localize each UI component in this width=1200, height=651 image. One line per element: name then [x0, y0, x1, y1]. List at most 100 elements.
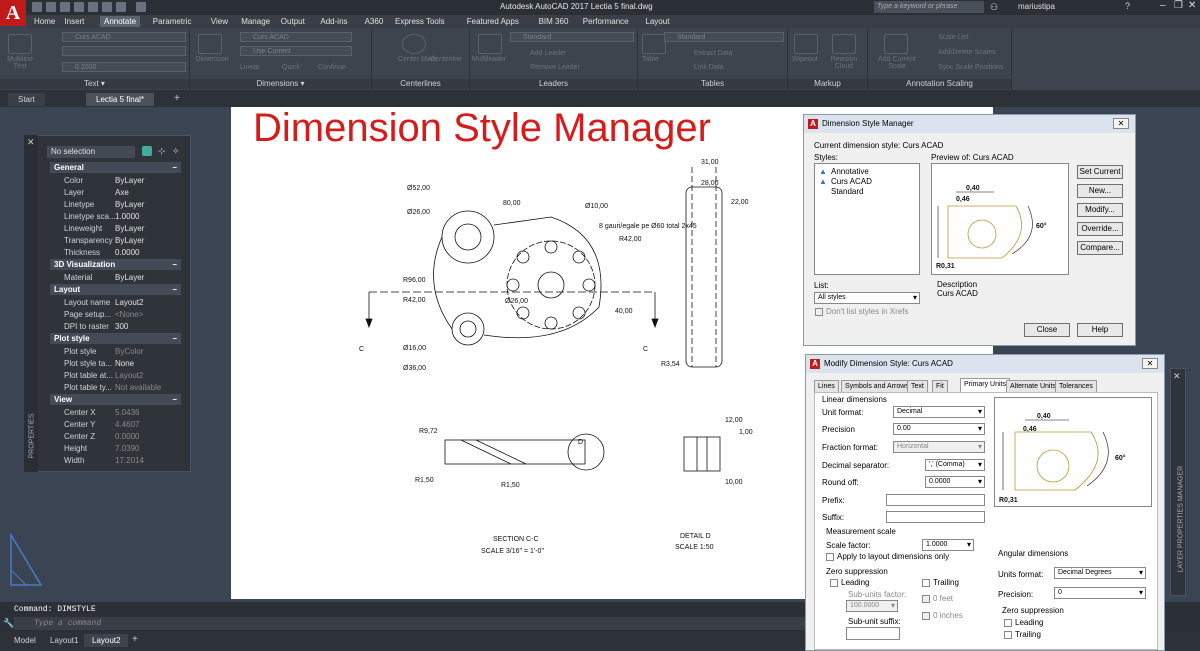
override-button[interactable]: Override...: [1077, 222, 1123, 236]
tab-primary-units[interactable]: Primary Units: [960, 378, 1011, 392]
sub-units-factor-input[interactable]: 100.0000: [846, 600, 898, 612]
link-data-tool[interactable]: Link Data: [694, 64, 724, 71]
layer-panel-close-icon[interactable]: ✕: [1173, 371, 1181, 382]
properties-palette-strip[interactable]: ✕ PROPERTIES: [24, 135, 38, 472]
sync-scale-tool[interactable]: Sync Scale Positions: [938, 64, 1003, 71]
section-plot-style[interactable]: Plot style –: [50, 333, 181, 344]
saveas-icon[interactable]: [74, 2, 84, 12]
new-button[interactable]: New...: [1077, 184, 1123, 198]
plot-icon[interactable]: [88, 2, 98, 12]
zero-feet-checkbox[interactable]: [922, 595, 930, 603]
wipeout-icon[interactable]: [794, 34, 818, 54]
tab-layout2[interactable]: Layout2: [84, 634, 129, 647]
suffix-input[interactable]: [886, 511, 985, 523]
compare-button[interactable]: Compare...: [1077, 241, 1123, 255]
sub-unit-suffix-input[interactable]: [846, 627, 900, 640]
tab-fit[interactable]: Fit: [932, 380, 948, 392]
panel-markup-title[interactable]: Markup: [788, 79, 867, 89]
unit-format-select[interactable]: Decimal: [893, 406, 985, 418]
tab-start[interactable]: Start: [8, 93, 45, 106]
restore-icon[interactable]: ❐: [1174, 0, 1183, 11]
angular-precision-select[interactable]: 0: [1054, 587, 1146, 599]
property-row[interactable]: Linetype sca... 1.0000: [52, 211, 182, 223]
menu-featured-apps[interactable]: Featured Apps: [463, 16, 523, 27]
remove-leader-tool[interactable]: Remove Leader: [530, 64, 580, 71]
section-3d-visualization[interactable]: 3D Visualization –: [50, 259, 181, 270]
open-icon[interactable]: [46, 2, 56, 12]
undo-icon[interactable]: [102, 2, 112, 12]
leading-checkbox[interactable]: [830, 579, 838, 587]
collapse-icon[interactable]: –: [173, 284, 177, 295]
style-item-annotative[interactable]: Annotative: [831, 167, 869, 176]
extract-data-tool[interactable]: Extract Data: [694, 50, 733, 57]
property-row[interactable]: Plot style ta... None: [52, 358, 182, 370]
add-scale-icon[interactable]: [884, 34, 908, 54]
angular-units-select[interactable]: Decimal Degrees: [1054, 567, 1146, 579]
angular-leading-checkbox[interactable]: [1004, 619, 1012, 627]
add-delete-scales-tool[interactable]: Add/Delete Scales: [938, 49, 996, 56]
panel-dimensions-title[interactable]: Dimensions ▾: [190, 79, 371, 89]
tab-tolerances[interactable]: Tolerances: [1055, 380, 1097, 392]
save-icon[interactable]: [60, 2, 70, 12]
property-row[interactable]: Plot table at... Layout2: [52, 370, 182, 382]
table-style-combo[interactable]: Standard: [664, 32, 784, 42]
dimension-icon[interactable]: [198, 34, 222, 54]
user-name[interactable]: mariustipa: [1018, 2, 1055, 11]
menu-bim-360[interactable]: BIM 360: [535, 16, 573, 27]
fraction-format-select[interactable]: Horizontal: [893, 441, 985, 453]
decimal-separator-select[interactable]: ',' (Comma): [925, 459, 985, 471]
section-layout[interactable]: Layout –: [50, 284, 181, 295]
menu-add-ins[interactable]: Add-ins: [316, 16, 351, 27]
property-row[interactable]: Layer Axe: [52, 187, 182, 199]
quick-select-icon[interactable]: ✧: [172, 146, 180, 157]
dsm-close-icon[interactable]: ✕: [1113, 118, 1129, 129]
property-row[interactable]: Width 17.2014: [52, 455, 182, 467]
new-icon[interactable]: [32, 2, 42, 12]
add-leader-tool[interactable]: Add Leader: [530, 50, 566, 57]
center-mark-icon[interactable]: [402, 34, 426, 54]
property-row[interactable]: Lineweight ByLayer: [52, 223, 182, 235]
new-tab-icon[interactable]: +: [174, 93, 180, 104]
set-current-button[interactable]: Set Current: [1077, 165, 1123, 179]
dim-style-combo[interactable]: Curs ACAD: [240, 32, 352, 42]
tab-model[interactable]: Model: [6, 634, 44, 647]
menu-home[interactable]: Home: [30, 16, 59, 27]
panel-annotation-scaling-title[interactable]: Annotation Scaling: [868, 79, 1011, 89]
panel-leaders-title[interactable]: Leaders: [470, 79, 637, 89]
close-icon[interactable]: ✕: [1188, 0, 1196, 11]
dsm-close-button[interactable]: Close: [1024, 323, 1070, 337]
toggle-pickadd-icon[interactable]: [142, 146, 152, 156]
property-row[interactable]: Center Z 0.0000: [52, 431, 182, 443]
panel-tables-title[interactable]: Tables: [638, 79, 787, 89]
property-row[interactable]: Center Y 4.4607: [52, 419, 182, 431]
tab-symbols-arrows[interactable]: Symbols and Arrows: [841, 380, 913, 392]
menu-performance[interactable]: Performance: [579, 16, 633, 27]
binoculars-icon[interactable]: ⚇: [990, 2, 998, 13]
property-row[interactable]: Plot style ByColor: [52, 346, 182, 358]
multiline-text-icon[interactable]: [8, 34, 32, 54]
property-row[interactable]: Thickness 0.0000: [52, 247, 182, 259]
scale-list-tool[interactable]: Scale List: [938, 34, 968, 41]
quick-tool[interactable]: Quick: [282, 64, 300, 71]
style-item-standard[interactable]: Standard: [831, 187, 863, 196]
menu-express-tools[interactable]: Express Tools: [391, 16, 449, 27]
menu-manage[interactable]: Manage: [237, 16, 274, 27]
wrench-icon[interactable]: 🔧: [3, 618, 14, 629]
zero-inches-checkbox[interactable]: [922, 612, 930, 620]
dsm-help-button[interactable]: Help: [1077, 323, 1123, 337]
text-layer-combo[interactable]: [62, 46, 186, 56]
selection-dropdown[interactable]: No selection: [47, 146, 135, 158]
redo-icon[interactable]: [116, 2, 126, 12]
select-objects-icon[interactable]: ⊹: [158, 146, 166, 157]
continue-tool[interactable]: Continue: [318, 64, 346, 71]
menu-insert[interactable]: Insert: [60, 16, 88, 27]
style-item-curs-acad[interactable]: Curs ACAD: [831, 177, 872, 186]
tab-layout1[interactable]: Layout1: [42, 634, 86, 647]
panel-centerlines-title[interactable]: Centerlines: [372, 79, 469, 89]
table-icon[interactable]: [642, 34, 666, 54]
property-row[interactable]: DPI to raster 300: [52, 321, 182, 333]
property-row[interactable]: Material ByLayer: [52, 272, 182, 284]
property-row[interactable]: Transparency ByLayer: [52, 235, 182, 247]
linear-tool[interactable]: Linear: [240, 64, 259, 71]
autocad-logo[interactable]: A: [0, 0, 26, 26]
